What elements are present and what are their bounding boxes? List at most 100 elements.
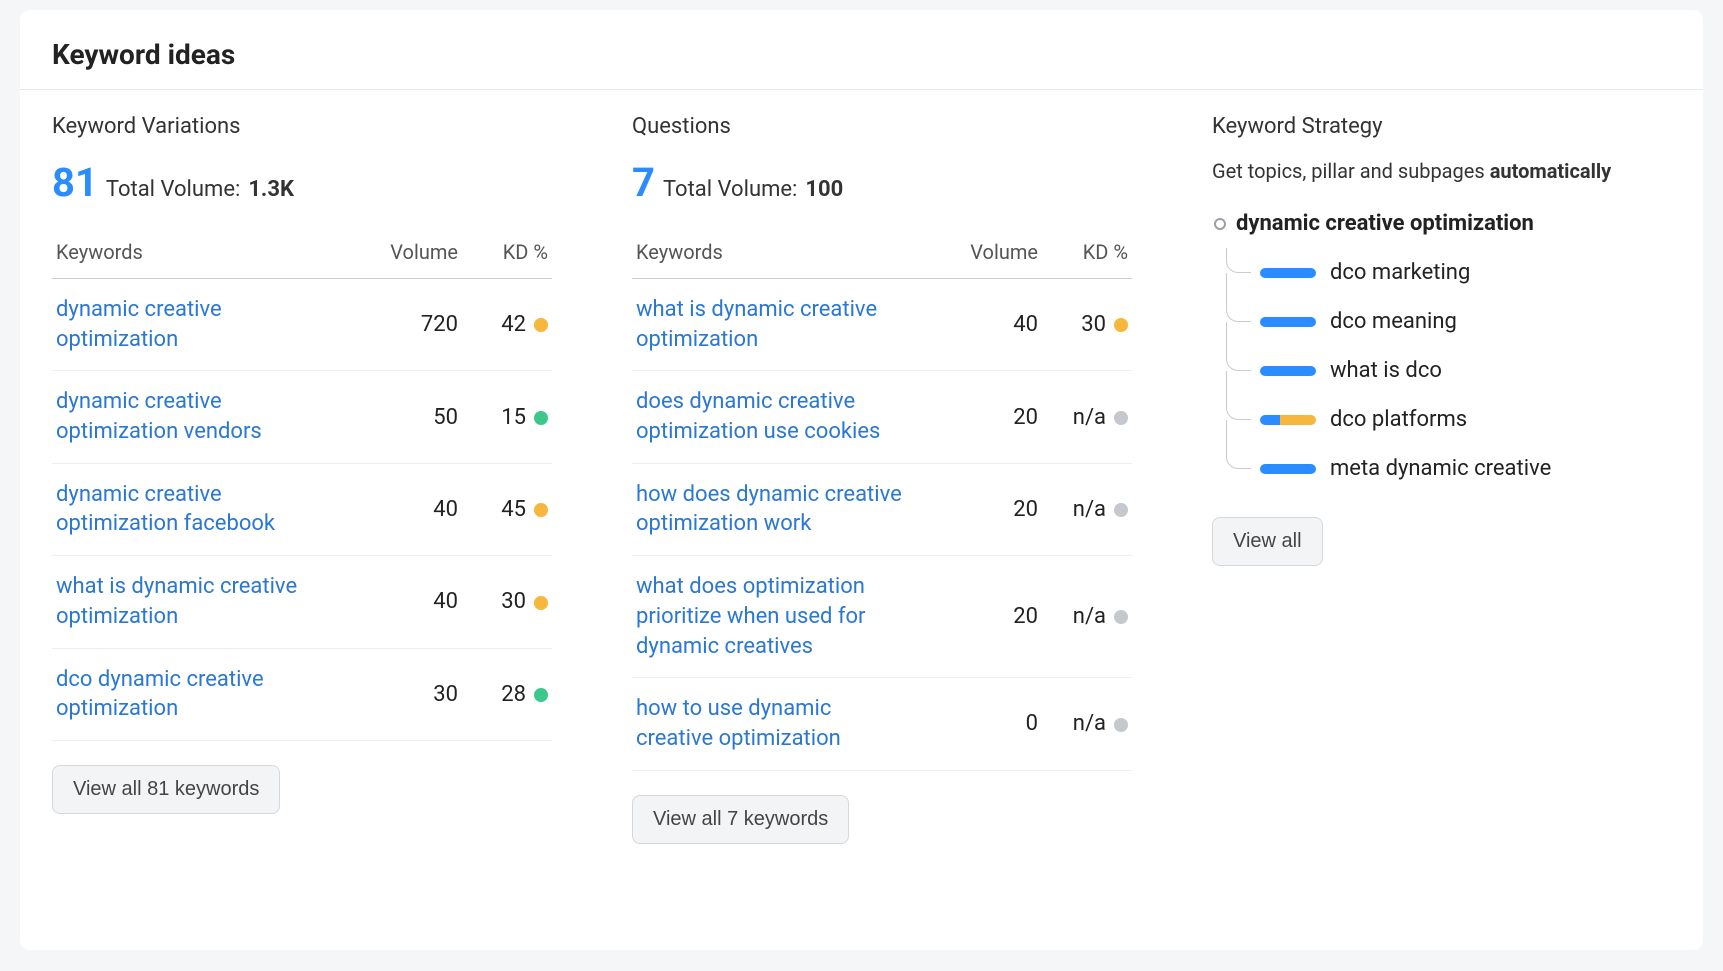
kd-dot-icon [1114,318,1128,332]
table-row: dynamic creative optimization vendors 50 1… [52,371,552,463]
variations-volume-value: 1.3K [248,177,294,202]
variations-title: Keyword Variations [52,114,552,139]
volume-cell: 20 [952,556,1042,678]
th-kd: KD % [462,230,552,279]
page-title: Keyword ideas [52,38,1671,71]
table-row: dynamic creative optimization facebook 40… [52,463,552,555]
questions-title: Questions [632,114,1132,139]
strategy-subtitle-bold: automatically [1490,159,1612,183]
kd-cell: n/a [1042,678,1132,770]
strategy-item-label: dco meaning [1330,309,1457,334]
volume-cell: 20 [952,371,1042,463]
root-dot-icon [1214,218,1226,230]
kd-value: n/a [1073,711,1106,736]
kd-value: n/a [1073,405,1106,430]
variations-table: Keywords Volume KD % dynamic creative op… [52,230,552,741]
difficulty-bar-icon [1260,317,1316,327]
kd-value: 45 [501,497,526,522]
kd-dot-icon [1114,411,1128,425]
th-keywords: Keywords [632,230,952,279]
kd-cell: n/a [1042,371,1132,463]
volume-cell: 30 [372,648,462,740]
variations-count[interactable]: 81 [52,159,98,206]
keyword-link[interactable]: what is dynamic creative optimization [56,572,326,631]
strategy-column: Keyword Strategy Get topics, pillar and … [1212,114,1671,844]
kd-dot-icon [1114,718,1128,732]
difficulty-bar-icon [1260,268,1316,278]
volume-cell: 40 [372,463,462,555]
kd-cell: 30 [462,556,552,648]
strategy-item-label: what is dco [1330,358,1442,383]
volume-cell: 20 [952,463,1042,555]
strategy-item[interactable]: what is dco [1220,346,1671,395]
strategy-title: Keyword Strategy [1212,114,1671,139]
keyword-link[interactable]: how does dynamic creative optimization w… [636,480,906,539]
th-volume: Volume [952,230,1042,279]
view-all-variations-button[interactable]: View all 81 keywords [52,765,280,814]
table-row: what does optimization prioritize when u… [632,556,1132,678]
strategy-subtitle-pre: Get topics, pillar and subpages [1212,159,1490,183]
table-row: what is dynamic creative optimization403… [632,279,1132,371]
strategy-item[interactable]: dco platforms [1220,395,1671,444]
volume-cell: 50 [372,371,462,463]
kd-dot-icon [1114,503,1128,517]
questions-column: Questions 7 Total Volume: 100 Keywords V… [632,114,1132,844]
card-header: Keyword ideas [20,10,1703,90]
keyword-link[interactable]: how to use dynamic creative optimization [636,694,906,753]
variations-column: Keyword Variations 81 Total Volume: 1.3K… [52,114,552,844]
view-all-questions-button[interactable]: View all 7 keywords [632,795,849,844]
kd-dot-icon [534,318,548,332]
keyword-ideas-card: Keyword ideas Keyword Variations 81 Tota… [20,10,1703,950]
keyword-link[interactable]: does dynamic creative optimization use c… [636,387,906,446]
kd-cell: 28 [462,648,552,740]
strategy-item[interactable]: dco meaning [1220,297,1671,346]
strategy-item[interactable]: meta dynamic creative [1220,444,1671,493]
kd-cell: n/a [1042,463,1132,555]
kd-dot-icon [534,688,548,702]
columns-wrap: Keyword Variations 81 Total Volume: 1.3K… [20,90,1703,844]
questions-volume-value: 100 [805,177,843,202]
difficulty-bar-icon [1260,415,1316,425]
keyword-link[interactable]: what is dynamic creative optimization [636,295,906,354]
questions-summary: 7 Total Volume: 100 [632,159,1132,206]
table-row: how does dynamic creative optimization w… [632,463,1132,555]
strategy-children: dco marketing dco meaning what is dco dco p… [1220,248,1671,493]
table-row: what is dynamic creative optimization403… [52,556,552,648]
strategy-root-label: dynamic creative optimization [1236,211,1534,236]
keyword-link[interactable]: dco dynamic creative optimization [56,665,326,724]
kd-cell: 30 [1042,279,1132,371]
volume-cell: 720 [372,279,462,371]
strategy-item-label: dco platforms [1330,407,1467,432]
kd-value: n/a [1073,497,1106,522]
difficulty-bar-icon [1260,366,1316,376]
kd-cell: 42 [462,279,552,371]
questions-table: Keywords Volume KD % what is dynamic cre… [632,230,1132,771]
kd-value: 28 [501,682,526,707]
kd-value: 30 [1081,312,1106,337]
kd-dot-icon [1114,610,1128,624]
questions-volume-label: Total Volume: [663,177,797,202]
table-row: dco dynamic creative optimization 30 28 [52,648,552,740]
table-row: how to use dynamic creative optimization… [632,678,1132,770]
kd-cell: 45 [462,463,552,555]
keyword-link[interactable]: dynamic creative optimization vendors [56,387,326,446]
kd-value: 30 [501,589,526,614]
table-row: does dynamic creative optimization use c… [632,371,1132,463]
strategy-subtitle: Get topics, pillar and subpages automati… [1212,159,1671,183]
questions-count[interactable]: 7 [632,159,655,206]
th-keywords: Keywords [52,230,372,279]
kd-dot-icon [534,503,548,517]
keyword-link[interactable]: dynamic creative optimization [56,295,326,354]
strategy-item[interactable]: dco marketing [1220,248,1671,297]
kd-dot-icon [534,596,548,610]
kd-value: 42 [501,312,526,337]
keyword-link[interactable]: what does optimization prioritize when u… [636,572,906,661]
kd-value: 15 [501,405,526,430]
volume-cell: 0 [952,678,1042,770]
kd-value: n/a [1073,604,1106,629]
table-row: dynamic creative optimization 720 42 [52,279,552,371]
keyword-link[interactable]: dynamic creative optimization facebook [56,480,326,539]
difficulty-bar-icon [1260,464,1316,474]
th-volume: Volume [372,230,462,279]
view-all-strategy-button[interactable]: View all [1212,517,1323,566]
